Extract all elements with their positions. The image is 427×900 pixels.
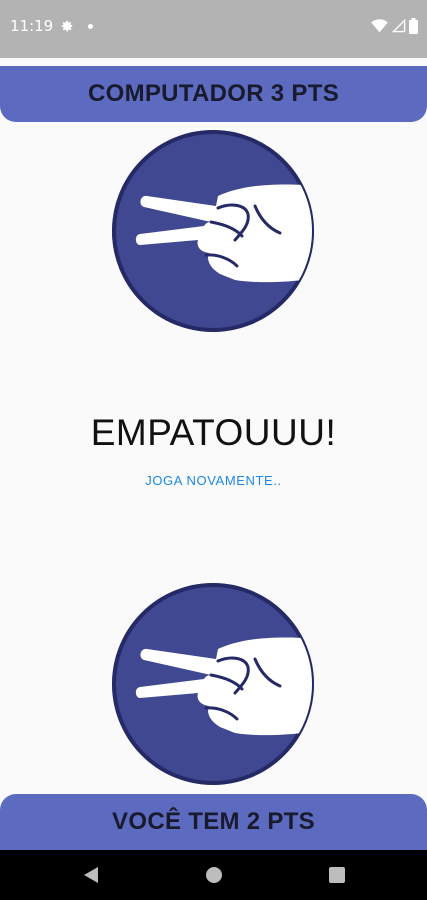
gear-icon: [61, 20, 73, 32]
player-choice-scissors-icon[interactable]: [110, 581, 320, 787]
recents-icon[interactable]: [329, 867, 345, 883]
computer-score: COMPUTADOR 3 PTS: [87, 80, 340, 107]
home-icon[interactable]: [206, 867, 222, 883]
play-again-button[interactable]: JOGA NOVAMENTE..: [0, 473, 427, 488]
player-score: VOCÊ TEM 2 PTS: [112, 808, 315, 835]
navigation-bar: [0, 850, 427, 900]
clock: 11:19: [10, 17, 54, 35]
wifi-icon: [371, 19, 388, 33]
computer-choice-scissors-icon: [112, 130, 314, 332]
status-bar: 11:19: [0, 0, 427, 58]
result-text: EMPATOUUU!: [90, 412, 337, 453]
notification-dot-icon: [88, 24, 93, 29]
signal-icon: [392, 19, 406, 33]
battery-icon: [409, 18, 418, 34]
computer-score-header: COMPUTADOR 3 PTS: [0, 66, 427, 122]
back-icon[interactable]: [84, 867, 98, 883]
player-score-footer: VOCÊ TEM 2 PTS: [0, 794, 427, 850]
